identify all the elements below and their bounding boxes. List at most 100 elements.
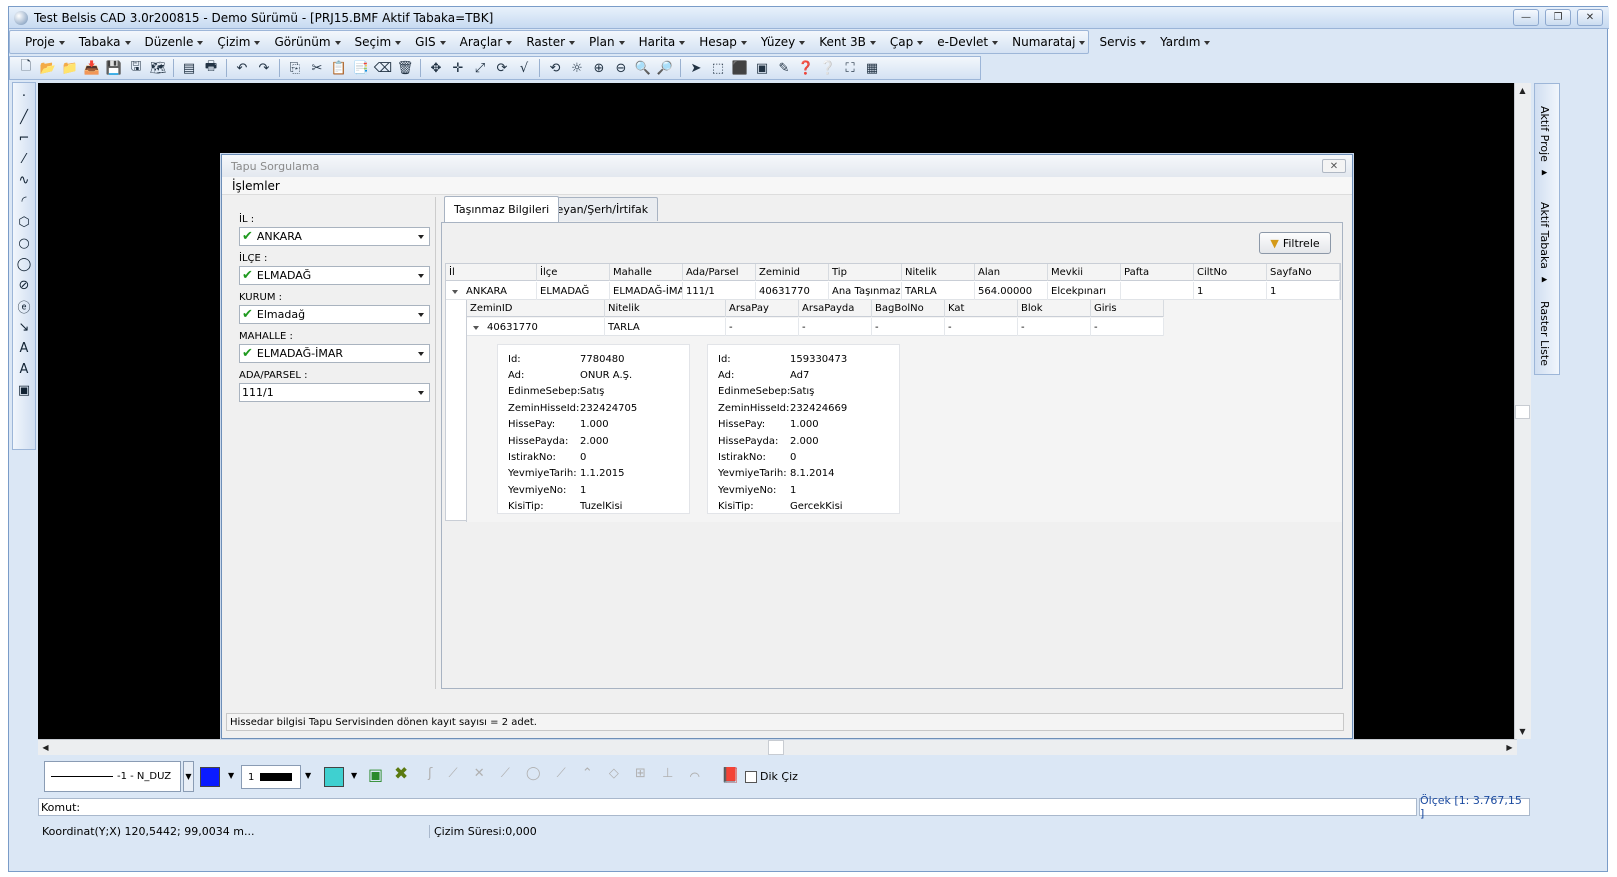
- menu-araclar[interactable]: Araçlar: [453, 35, 520, 49]
- refresh-icon[interactable]: ⟲: [545, 58, 565, 78]
- col-header[interactable]: Giris: [1091, 300, 1164, 317]
- layer-book-icon[interactable]: 📕: [721, 766, 740, 784]
- import-icon[interactable]: 📥: [82, 58, 102, 78]
- col-header[interactable]: CiltNo: [1194, 264, 1267, 281]
- col-header[interactable]: Ada/Parsel: [683, 264, 756, 281]
- linewidth-combo[interactable]: 1: [241, 765, 301, 789]
- print-icon[interactable]: 🖶: [201, 58, 221, 78]
- col-header[interactable]: Mevkii: [1048, 264, 1121, 281]
- col-header[interactable]: Kat: [945, 300, 1018, 317]
- table-row[interactable]: ANKARA ELMADAĞ ELMADAĞ-İMA 111/1 4063177…: [446, 282, 1340, 300]
- collapse-icon[interactable]: [452, 289, 458, 297]
- save-icon[interactable]: 💾: [104, 58, 124, 78]
- menu-yuzey[interactable]: Yüzey: [754, 35, 812, 49]
- check-icon[interactable]: √: [514, 58, 534, 78]
- cut-icon[interactable]: ✂: [307, 58, 327, 78]
- vertical-scrollbar[interactable]: ▲ ▼: [1514, 83, 1531, 739]
- close-button[interactable]: ✕: [1577, 9, 1603, 26]
- dropdown-arrow-icon[interactable]: [418, 352, 424, 359]
- dropdown-arrow-icon[interactable]: [418, 391, 424, 398]
- maximize-button[interactable]: ❐: [1545, 9, 1571, 26]
- fill-dropdown-icon[interactable]: ▼: [351, 771, 357, 780]
- menu-raster[interactable]: Raster: [519, 35, 582, 49]
- subgrid-row[interactable]: 40631770 TARLA - - - - - -: [467, 318, 1164, 336]
- eraser-icon[interactable]: ⌫: [373, 58, 393, 78]
- col-header[interactable]: Alan: [975, 264, 1048, 281]
- menu-yardim[interactable]: Yardım: [1153, 35, 1217, 49]
- menu-islemler[interactable]: İşlemler: [232, 179, 280, 193]
- col-header[interactable]: Zeminid: [756, 264, 829, 281]
- color-swatch-primary[interactable]: [200, 767, 220, 787]
- col-header[interactable]: İl: [446, 264, 537, 281]
- col-header[interactable]: ArsaPayda: [799, 300, 872, 317]
- open-recent-icon[interactable]: 📁: [60, 58, 80, 78]
- circle-radius-icon[interactable]: ⊘: [14, 276, 34, 295]
- undo-icon[interactable]: ↶: [232, 58, 252, 78]
- properties-icon[interactable]: ✎: [774, 58, 794, 78]
- linetype-dropdown-icon[interactable]: ▼: [183, 761, 194, 792]
- menu-cap[interactable]: Çap: [883, 35, 930, 49]
- circle-center-icon[interactable]: ◯: [14, 255, 34, 274]
- image-icon[interactable]: ▣: [368, 765, 383, 784]
- menu-servis[interactable]: Servis: [1092, 35, 1153, 49]
- hscroll-thumb[interactable]: [768, 740, 784, 755]
- menu-gis[interactable]: GIS: [408, 35, 452, 49]
- zoom-all-icon[interactable]: 🔎: [655, 58, 675, 78]
- adaparsel-combo[interactable]: 111/1: [239, 383, 430, 402]
- zoom-in-icon[interactable]: ⊕: [589, 58, 609, 78]
- cancel-snap-icon[interactable]: ✖: [394, 764, 408, 784]
- col-header[interactable]: İlçe: [537, 264, 610, 281]
- col-header[interactable]: ArsaPay: [726, 300, 799, 317]
- aktif-proje-tab[interactable]: Aktif Proje ▸: [1538, 106, 1551, 178]
- select-cross-icon[interactable]: ⬛: [730, 58, 750, 78]
- horizontal-scrollbar[interactable]: ◀ ▶: [38, 739, 1517, 755]
- copy-move-icon[interactable]: ✛: [448, 58, 468, 78]
- dropdown-arrow-icon[interactable]: [418, 235, 424, 242]
- circle-icon[interactable]: ○: [14, 234, 34, 253]
- col-header[interactable]: Nitelik: [605, 300, 726, 317]
- paste-icon[interactable]: 📋: [329, 58, 349, 78]
- col-header[interactable]: BagBolNo: [872, 300, 945, 317]
- menu-harita[interactable]: Harita: [632, 35, 693, 49]
- scroll-up-icon[interactable]: ▲: [1515, 83, 1530, 98]
- table-icon[interactable]: ▦: [862, 58, 882, 78]
- new-file-icon[interactable]: 🗋: [16, 58, 36, 78]
- menu-duzenle[interactable]: Düzenle: [138, 35, 211, 49]
- pan-icon[interactable]: ☼: [567, 58, 587, 78]
- layers-icon[interactable]: ▤: [179, 58, 199, 78]
- google-icon[interactable]: 🗺: [148, 58, 168, 78]
- col-header[interactable]: Blok: [1018, 300, 1091, 317]
- select-all-icon[interactable]: ▣: [752, 58, 772, 78]
- tab-tasinmaz-bilgileri[interactable]: Taşınmaz Bilgileri: [444, 196, 560, 222]
- linewidth-dropdown-icon[interactable]: ▼: [305, 771, 311, 780]
- menu-hesap[interactable]: Hesap: [692, 35, 754, 49]
- menu-tabaka[interactable]: Tabaka: [72, 35, 138, 49]
- paste-special-icon[interactable]: 📑: [351, 58, 371, 78]
- col-header[interactable]: Mahalle: [610, 264, 683, 281]
- polyline-icon[interactable]: ⌐: [14, 129, 34, 148]
- measure-line-icon[interactable]: ⁄: [14, 150, 34, 169]
- open-folder-icon[interactable]: 📂: [38, 58, 58, 78]
- col-header[interactable]: ZeminID: [467, 300, 605, 317]
- help-red-icon[interactable]: ❔: [818, 58, 838, 78]
- zoom-window-icon[interactable]: 🔍: [633, 58, 653, 78]
- text-edit-icon[interactable]: A: [14, 360, 34, 379]
- move-icon[interactable]: ✥: [426, 58, 446, 78]
- scale-display[interactable]: Ölçek [1: 3.767,15 ]: [1419, 794, 1530, 820]
- col-header[interactable]: SayfaNo: [1267, 264, 1340, 281]
- color-swatch-fill[interactable]: [324, 767, 344, 787]
- aktif-tabaka-tab[interactable]: Aktif Tabaka ▸: [1538, 202, 1551, 285]
- select-window-icon[interactable]: ⬚: [708, 58, 728, 78]
- kurum-combo[interactable]: ✔ Elmadağ: [239, 305, 430, 324]
- text-icon[interactable]: A: [14, 339, 34, 358]
- menu-plan[interactable]: Plan: [582, 35, 632, 49]
- raster-liste-tab[interactable]: Raster Liste: [1538, 301, 1551, 366]
- menu-edevlet[interactable]: e-Devlet: [930, 35, 1005, 49]
- select-arrow-icon[interactable]: ➤: [686, 58, 706, 78]
- scroll-thumb[interactable]: [1515, 405, 1530, 419]
- filtrele-button[interactable]: ▼ Filtrele: [1259, 232, 1331, 254]
- zoom-out-icon[interactable]: ⊖: [611, 58, 631, 78]
- color-dropdown-icon[interactable]: ▼: [228, 771, 234, 780]
- redo-icon[interactable]: ↷: [254, 58, 274, 78]
- col-header[interactable]: Nitelik: [902, 264, 975, 281]
